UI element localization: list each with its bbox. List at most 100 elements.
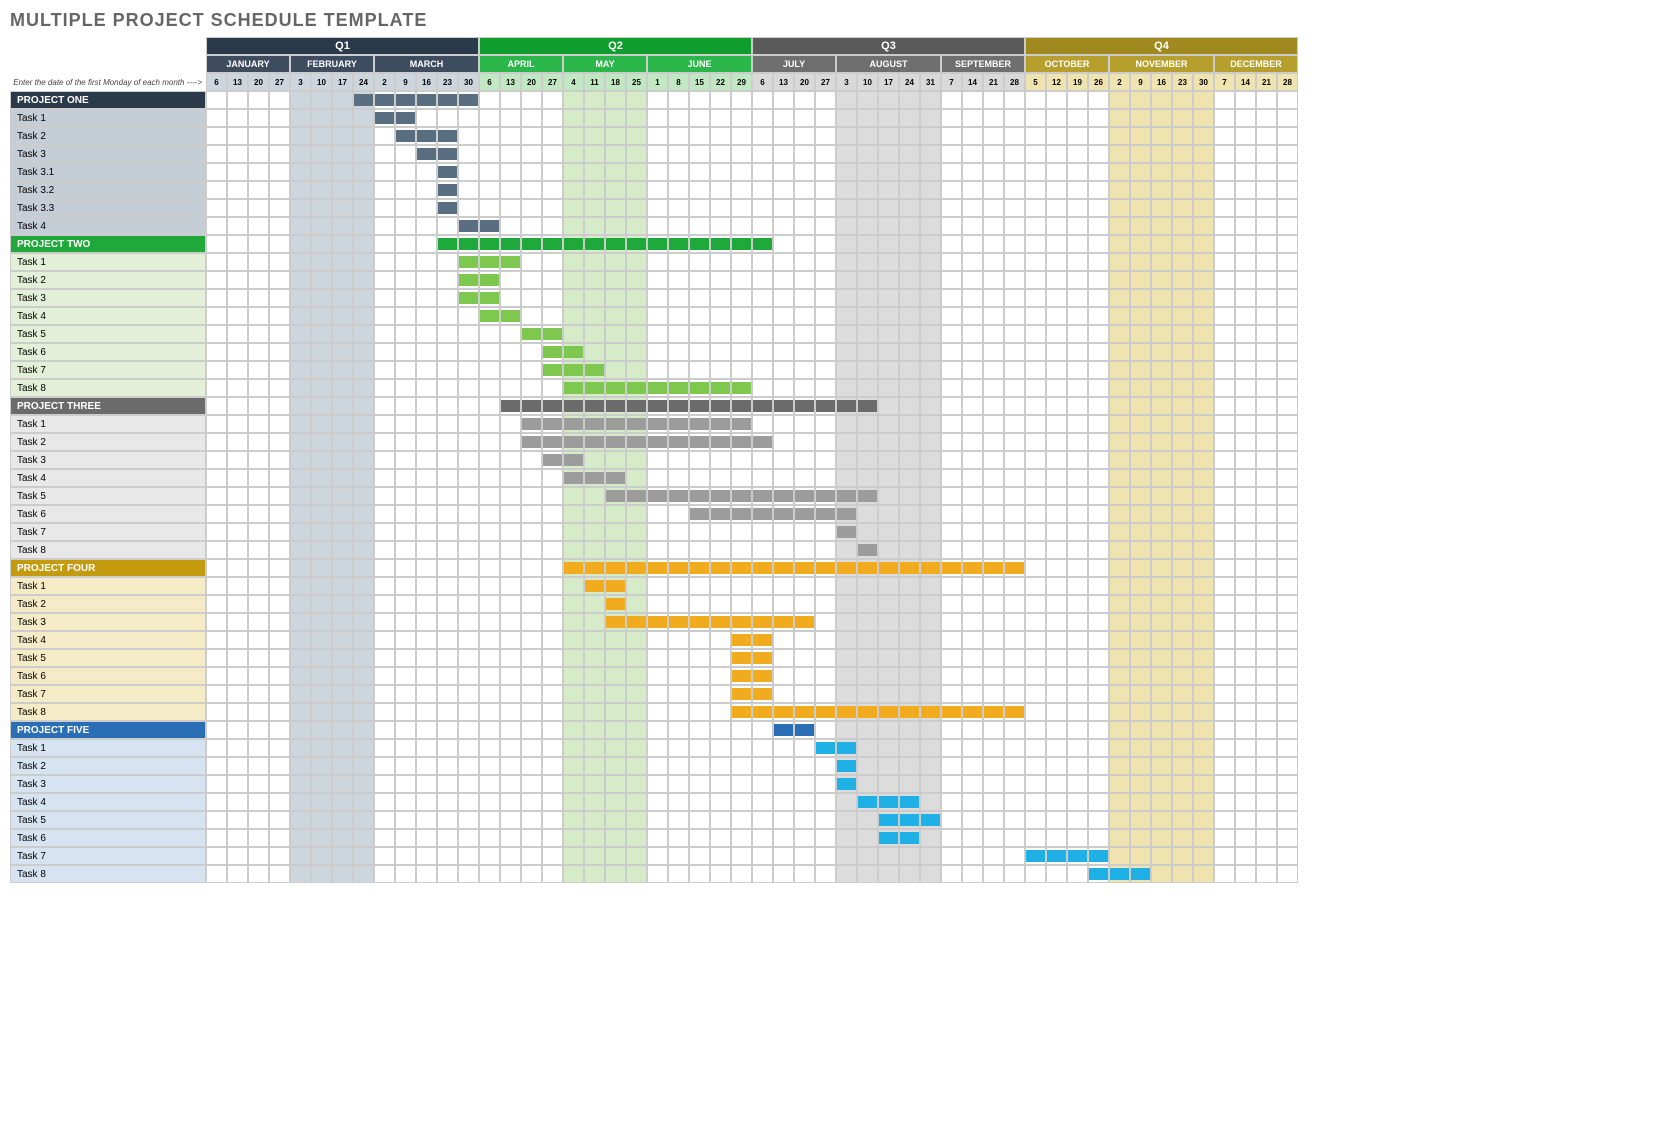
grid-cell xyxy=(1088,793,1109,811)
grid-cell xyxy=(836,253,857,271)
grid-cell xyxy=(815,487,836,505)
grid-cell xyxy=(1067,163,1088,181)
grid-cell xyxy=(563,91,584,109)
grid-cell xyxy=(1256,847,1277,865)
grid-cell xyxy=(353,253,374,271)
grid-cell xyxy=(689,685,710,703)
grid-cell xyxy=(1277,811,1298,829)
grid-cell xyxy=(437,487,458,505)
grid-cell xyxy=(1172,343,1193,361)
grid-cell xyxy=(332,595,353,613)
grid-cell xyxy=(584,829,605,847)
grid-cell xyxy=(920,163,941,181)
grid-cell xyxy=(332,235,353,253)
grid-cell xyxy=(941,685,962,703)
grid-cell xyxy=(374,505,395,523)
grid-cell xyxy=(1256,415,1277,433)
grid-cell xyxy=(311,667,332,685)
grid-cell xyxy=(1235,667,1256,685)
grid-cell xyxy=(311,523,332,541)
grid-cell xyxy=(962,811,983,829)
grid-cell xyxy=(1235,703,1256,721)
grid-cell xyxy=(353,433,374,451)
grid-cell xyxy=(731,613,752,631)
gantt-bar xyxy=(522,436,541,448)
grid-cell xyxy=(437,181,458,199)
week-header: 16 xyxy=(416,73,437,91)
grid-cell xyxy=(689,181,710,199)
grid-cell xyxy=(731,199,752,217)
grid-cell xyxy=(479,343,500,361)
grid-cell xyxy=(248,289,269,307)
grid-cell xyxy=(1151,793,1172,811)
grid-cell xyxy=(794,127,815,145)
gantt-bar xyxy=(816,400,835,412)
grid-cell xyxy=(332,397,353,415)
grid-cell xyxy=(815,649,836,667)
grid-cell xyxy=(983,685,1004,703)
grid-cell xyxy=(1193,559,1214,577)
grid-cell xyxy=(563,685,584,703)
grid-cell xyxy=(206,91,227,109)
grid-cell xyxy=(332,739,353,757)
grid-cell xyxy=(773,775,794,793)
gantt-bar xyxy=(879,814,898,826)
grid-cell xyxy=(794,559,815,577)
grid-cell xyxy=(647,361,668,379)
grid-cell xyxy=(437,613,458,631)
gantt-bar xyxy=(606,580,625,592)
grid-cell xyxy=(899,181,920,199)
grid-cell xyxy=(626,325,647,343)
grid-cell xyxy=(311,181,332,199)
grid-cell xyxy=(374,631,395,649)
gantt-bar xyxy=(858,706,877,718)
grid-cell xyxy=(479,703,500,721)
grid-cell xyxy=(1067,631,1088,649)
gantt-bar xyxy=(984,562,1003,574)
grid-cell xyxy=(794,361,815,379)
grid-cell xyxy=(227,757,248,775)
grid-cell xyxy=(668,703,689,721)
grid-cell xyxy=(1088,181,1109,199)
grid-cell xyxy=(1004,127,1025,145)
grid-cell xyxy=(710,469,731,487)
grid-cell xyxy=(983,505,1004,523)
grid-cell xyxy=(1046,613,1067,631)
grid-cell xyxy=(584,163,605,181)
grid-cell xyxy=(752,163,773,181)
grid-cell xyxy=(1235,361,1256,379)
grid-cell xyxy=(962,163,983,181)
grid-cell xyxy=(1256,181,1277,199)
grid-cell xyxy=(668,343,689,361)
grid-cell xyxy=(752,451,773,469)
grid-cell xyxy=(437,505,458,523)
week-header: 12 xyxy=(1046,73,1067,91)
grid-cell xyxy=(311,127,332,145)
grid-cell xyxy=(1109,487,1130,505)
grid-cell xyxy=(920,829,941,847)
grid-cell xyxy=(647,397,668,415)
grid-cell xyxy=(983,451,1004,469)
grid-cell xyxy=(1046,325,1067,343)
gantt-bar xyxy=(732,490,751,502)
grid-cell xyxy=(647,451,668,469)
gantt-bar xyxy=(732,418,751,430)
gantt-bar xyxy=(795,616,814,628)
task-label: Task 7 xyxy=(10,685,206,703)
grid-cell xyxy=(1025,649,1046,667)
grid-cell xyxy=(1130,847,1151,865)
grid-cell xyxy=(962,757,983,775)
grid-cell xyxy=(1046,775,1067,793)
grid-cell xyxy=(605,181,626,199)
grid-cell xyxy=(290,577,311,595)
gantt-bar xyxy=(648,400,667,412)
gantt-bar xyxy=(795,706,814,718)
grid-cell xyxy=(311,307,332,325)
grid-cell xyxy=(710,847,731,865)
grid-cell xyxy=(836,541,857,559)
grid-cell xyxy=(689,793,710,811)
grid-cell xyxy=(1004,235,1025,253)
grid-cell xyxy=(899,631,920,649)
grid-cell xyxy=(500,343,521,361)
grid-cell xyxy=(269,235,290,253)
